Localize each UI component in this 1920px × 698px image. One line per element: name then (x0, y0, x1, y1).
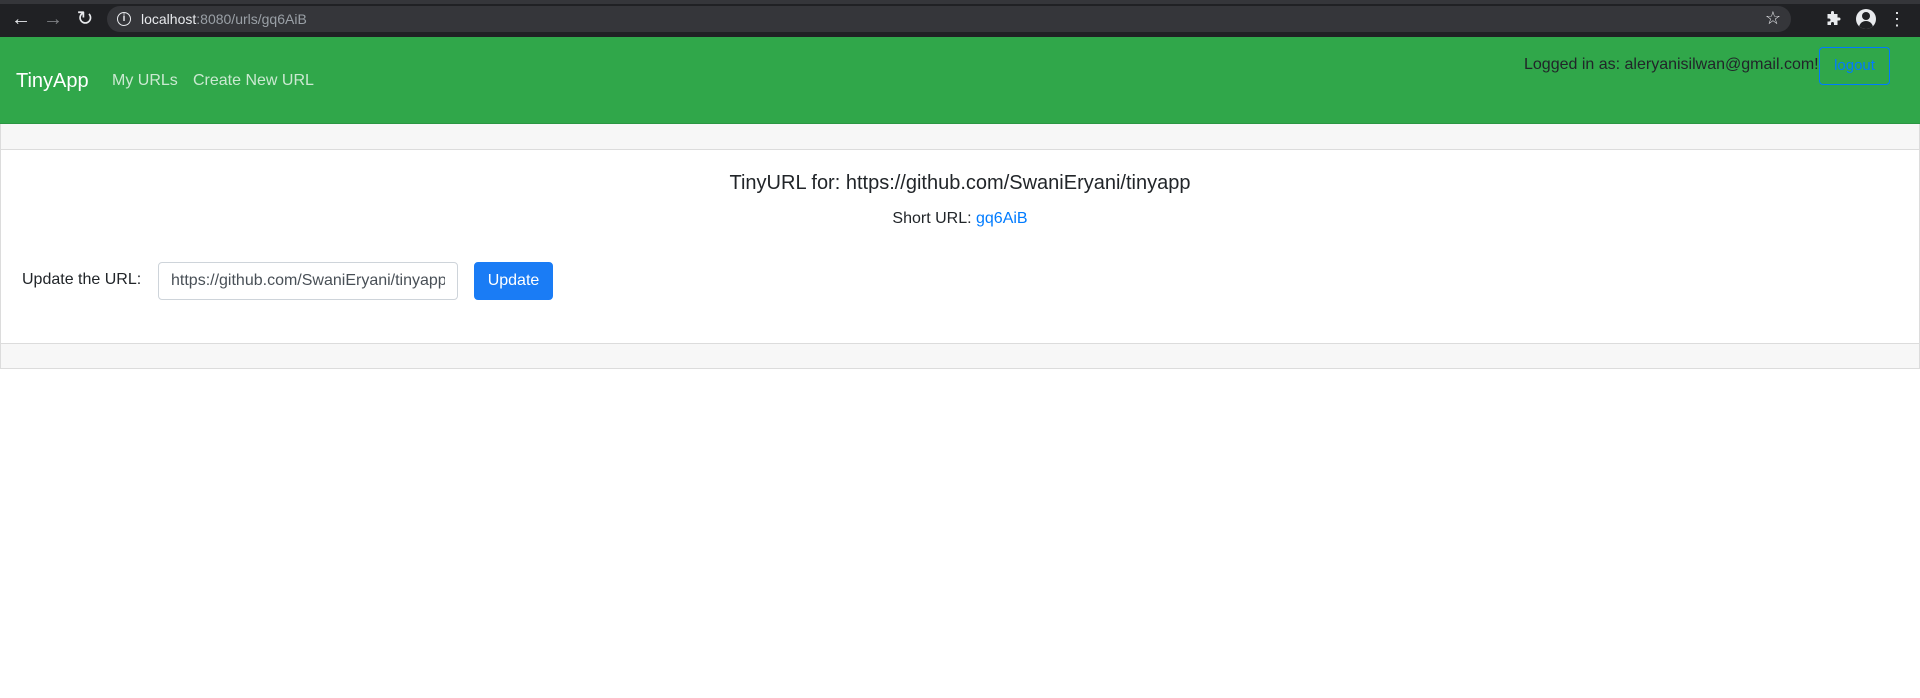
tab-strip-edge (0, 0, 1920, 4)
url-host: localhost (141, 11, 197, 27)
login-status: Logged in as: aleryanisilwan@gmail.com! (1524, 56, 1819, 73)
update-url-label: Update the URL: (22, 271, 142, 288)
card-header (1, 124, 1919, 150)
arrow-left-icon[interactable]: ← (9, 8, 33, 30)
brand-link[interactable]: TinyApp (16, 70, 89, 93)
puzzle-icon[interactable] (1822, 8, 1844, 30)
short-url-line: Short URL: gq6AiB (1, 210, 1919, 228)
arrow-right-icon[interactable]: → (41, 8, 65, 30)
short-url-label: Short URL: (892, 210, 976, 227)
card-footer (1, 343, 1919, 368)
nav-link-my-urls[interactable]: My URLs (112, 72, 178, 90)
app-navbar: TinyApp My URLs Create New URL Logged in… (0, 37, 1920, 124)
more-vert-icon[interactable]: ⋮ (1888, 8, 1906, 30)
address-url[interactable]: localhost:8080/urls/gq6AiB (141, 11, 307, 27)
reload-icon[interactable]: ↻ (73, 8, 97, 30)
address-bar[interactable]: i localhost:8080/urls/gq6AiB ☆ (107, 6, 1791, 32)
update-button[interactable]: Update (474, 262, 553, 300)
url-card: TinyURL for: https://github.com/SwaniEry… (0, 124, 1920, 369)
star-icon[interactable]: ☆ (1765, 8, 1781, 29)
short-url-link[interactable]: gq6AiB (976, 210, 1028, 227)
nav-link-create-new-url[interactable]: Create New URL (193, 72, 314, 90)
page-title: TinyURL for: https://github.com/SwaniEry… (729, 172, 1191, 194)
profile-icon[interactable] (1856, 9, 1876, 29)
url-path: :8080/urls/gq6AiB (196, 11, 307, 27)
logout-button[interactable]: logout (1819, 47, 1890, 85)
info-icon[interactable]: i (117, 12, 131, 26)
long-url-input[interactable] (158, 262, 458, 300)
browser-toolbar: ← → ↻ i localhost:8080/urls/gq6AiB ☆ ⋮ (0, 0, 1920, 37)
